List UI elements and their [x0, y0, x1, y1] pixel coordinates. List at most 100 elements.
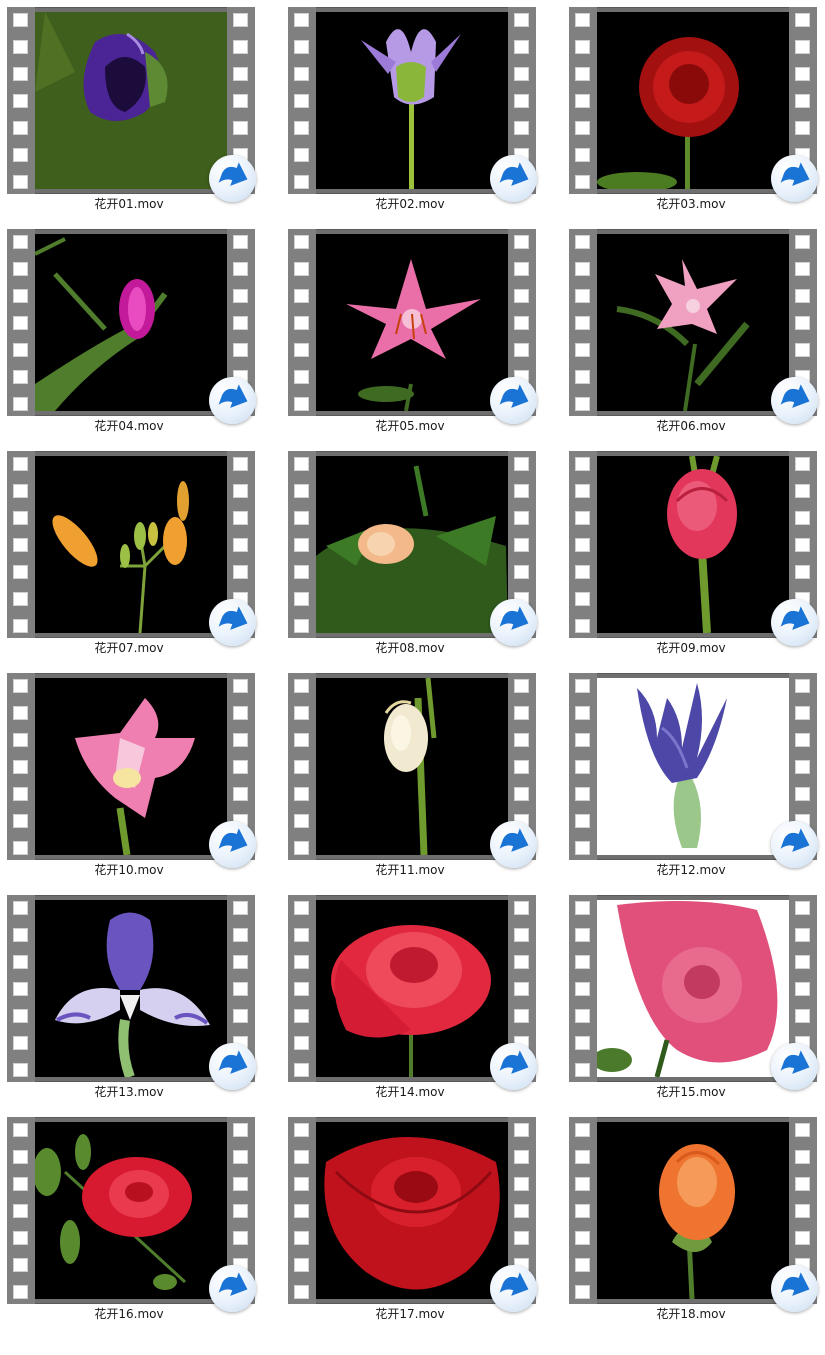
film-rail-left: [569, 673, 597, 860]
file-name[interactable]: 花开18.mov: [562, 1306, 820, 1322]
film-rail-left: [7, 451, 35, 638]
sprocket-hole: [294, 901, 309, 915]
thumbnail-image: [597, 1122, 789, 1299]
sprocket-hole: [233, 1123, 248, 1137]
file-name[interactable]: 花开13.mov: [0, 1084, 258, 1100]
film-rail-left: [7, 229, 35, 416]
file-item[interactable]: 花开09.mov: [562, 444, 820, 666]
file-item[interactable]: 花开03.mov: [562, 0, 820, 222]
sprocket-hole: [233, 262, 248, 276]
sprocket-hole: [514, 1123, 529, 1137]
sprocket-hole: [795, 679, 810, 693]
sprocket-hole: [514, 787, 529, 801]
sprocket-hole: [575, 40, 590, 54]
file-name[interactable]: 花开17.mov: [281, 1306, 539, 1322]
file-item[interactable]: 花开02.mov: [281, 0, 539, 222]
film-rail-left: [288, 451, 316, 638]
file-item[interactable]: 花开10.mov: [0, 666, 258, 888]
file-name[interactable]: 花开16.mov: [0, 1306, 258, 1322]
file-name[interactable]: 花开10.mov: [0, 862, 258, 878]
sprocket-hole: [294, 1177, 309, 1191]
thumbnail-image: [35, 900, 227, 1077]
sprocket-hole: [575, 370, 590, 384]
sprocket-hole: [13, 175, 28, 189]
sprocket-hole: [795, 565, 810, 579]
file-item[interactable]: 花开06.mov: [562, 222, 820, 444]
sprocket-hole: [575, 679, 590, 693]
sprocket-hole: [294, 1063, 309, 1077]
sprocket-hole: [294, 592, 309, 606]
sprocket-hole: [13, 841, 28, 855]
file-item[interactable]: 花开01.mov: [0, 0, 258, 222]
file-item[interactable]: 花开05.mov: [281, 222, 539, 444]
sprocket-hole: [795, 484, 810, 498]
sprocket-hole: [13, 706, 28, 720]
sprocket-hole: [514, 565, 529, 579]
sprocket-hole: [294, 787, 309, 801]
sprocket-hole: [514, 733, 529, 747]
movie-file-icon: [490, 1043, 537, 1090]
file-item[interactable]: 花开18.mov: [562, 1110, 820, 1332]
file-name[interactable]: 花开14.mov: [281, 1084, 539, 1100]
sprocket-hole: [575, 397, 590, 411]
sprocket-hole: [294, 289, 309, 303]
file-item[interactable]: 花开11.mov: [281, 666, 539, 888]
sprocket-hole: [575, 787, 590, 801]
sprocket-hole: [294, 235, 309, 249]
file-item[interactable]: 花开15.mov: [562, 888, 820, 1110]
file-item[interactable]: 花开16.mov: [0, 1110, 258, 1332]
film-rail-left: [569, 229, 597, 416]
file-name[interactable]: 花开15.mov: [562, 1084, 820, 1100]
file-name[interactable]: 花开07.mov: [0, 640, 258, 656]
file-name[interactable]: 花开09.mov: [562, 640, 820, 656]
sprocket-hole: [795, 928, 810, 942]
file-name[interactable]: 花开08.mov: [281, 640, 539, 656]
sprocket-hole: [514, 511, 529, 525]
file-name[interactable]: 花开01.mov: [0, 196, 258, 212]
movie-file-icon: [209, 821, 256, 868]
file-item[interactable]: 花开14.mov: [281, 888, 539, 1110]
file-item[interactable]: 花开08.mov: [281, 444, 539, 666]
sprocket-hole: [514, 40, 529, 54]
sprocket-hole: [575, 1063, 590, 1077]
sprocket-hole: [795, 706, 810, 720]
file-name[interactable]: 花开04.mov: [0, 418, 258, 434]
file-item[interactable]: 花开04.mov: [0, 222, 258, 444]
sprocket-hole: [13, 1285, 28, 1299]
sprocket-hole: [514, 121, 529, 135]
sprocket-hole: [13, 760, 28, 774]
thumbnail-image: [35, 678, 227, 855]
sprocket-hole: [233, 928, 248, 942]
sprocket-hole: [13, 1063, 28, 1077]
sprocket-hole: [514, 928, 529, 942]
file-name[interactable]: 花开03.mov: [562, 196, 820, 212]
sprocket-hole: [294, 679, 309, 693]
movie-file-icon: [490, 599, 537, 646]
sprocket-hole: [294, 148, 309, 162]
sprocket-hole: [13, 619, 28, 633]
file-name[interactable]: 花开11.mov: [281, 862, 539, 878]
file-item[interactable]: 花开17.mov: [281, 1110, 539, 1332]
file-item[interactable]: 花开13.mov: [0, 888, 258, 1110]
sprocket-hole: [795, 1231, 810, 1245]
file-item[interactable]: 花开12.mov: [562, 666, 820, 888]
sprocket-hole: [514, 316, 529, 330]
sprocket-hole: [514, 67, 529, 81]
sprocket-hole: [233, 1177, 248, 1191]
sprocket-hole: [13, 1150, 28, 1164]
sprocket-hole: [795, 262, 810, 276]
sprocket-hole: [294, 1036, 309, 1050]
sprocket-hole: [13, 982, 28, 996]
file-name[interactable]: 花开05.mov: [281, 418, 539, 434]
file-name[interactable]: 花开06.mov: [562, 418, 820, 434]
film-rail-left: [7, 673, 35, 860]
sprocket-hole: [514, 457, 529, 471]
file-name[interactable]: 花开12.mov: [562, 862, 820, 878]
file-name[interactable]: 花开02.mov: [281, 196, 539, 212]
sprocket-hole: [233, 679, 248, 693]
sprocket-hole: [13, 1123, 28, 1137]
thumbnail-image: [597, 900, 789, 1077]
sprocket-hole: [795, 289, 810, 303]
file-item[interactable]: 花开07.mov: [0, 444, 258, 666]
sprocket-hole: [575, 1231, 590, 1245]
